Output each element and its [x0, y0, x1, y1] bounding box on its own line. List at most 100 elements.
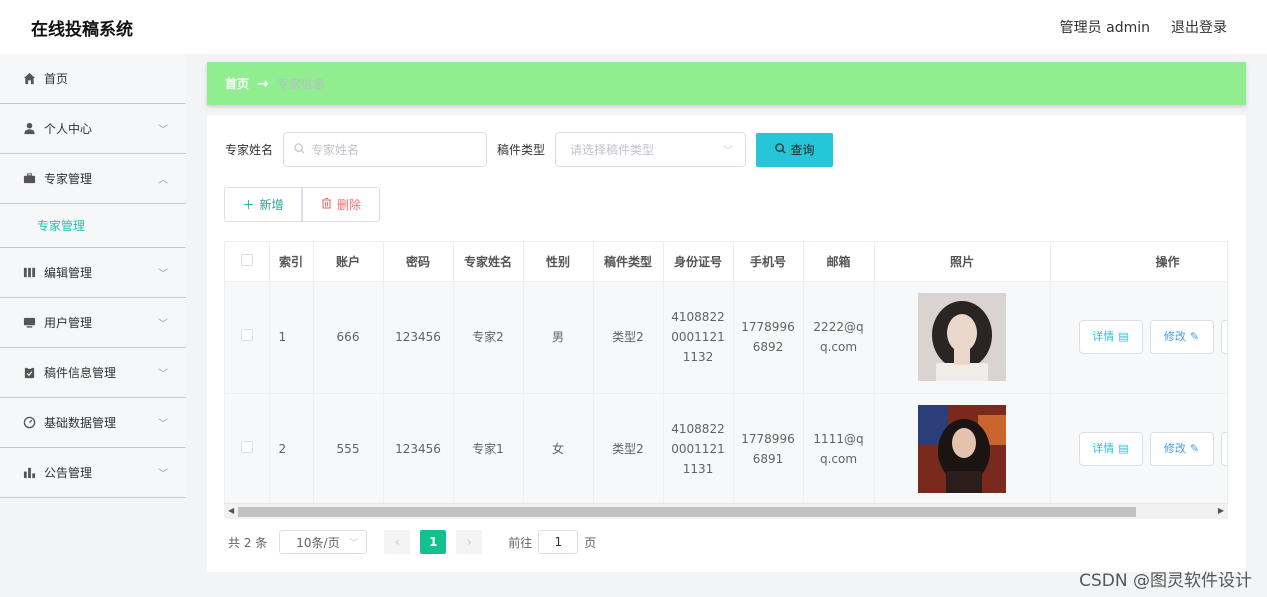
gauge-icon	[22, 416, 36, 430]
cell-name: 专家1	[453, 393, 524, 506]
cell-gender: 女	[523, 393, 594, 506]
row-checkbox[interactable]	[240, 329, 253, 341]
column-header: 稿件类型	[593, 242, 664, 282]
breadcrumb-home-link[interactable]: 首页	[225, 75, 249, 92]
select-all-checkbox-cell[interactable]	[225, 242, 270, 282]
query-button[interactable]: 查询	[756, 132, 834, 167]
chevron-up-icon: ︿	[158, 175, 168, 186]
cell-password: 123456	[383, 393, 454, 506]
briefcase-icon	[22, 172, 36, 186]
phone-line: 6892	[752, 340, 784, 354]
action-buttons: ＋ 新增 删除	[224, 187, 380, 222]
horizontal-scrollbar[interactable]: ◀ ▶	[224, 503, 1228, 519]
document-icon: ▤	[1118, 442, 1129, 455]
plus-icon: ＋	[242, 198, 255, 212]
column-header: 手机号	[733, 242, 804, 282]
document-icon: ▤	[1118, 330, 1129, 343]
more-action-button[interactable]	[1220, 432, 1227, 466]
add-button-label: 新增	[259, 198, 284, 212]
prev-page-button[interactable]: ‹	[384, 530, 411, 554]
id-line: 1131	[682, 462, 714, 476]
sidebar-item-label: 公告管理	[44, 466, 93, 480]
sidebar-item-label: 基础数据管理	[44, 416, 117, 430]
detail-button[interactable]: 详情 ▤	[1078, 320, 1143, 354]
row-checkbox-cell[interactable]	[225, 281, 270, 394]
page-size-select[interactable]: 10条/页 ﹀	[279, 530, 368, 554]
more-action-button[interactable]	[1220, 320, 1227, 354]
next-page-button[interactable]: ›	[456, 530, 483, 554]
sidebar-item-personal-center[interactable]: 个人中心 ﹀	[0, 104, 186, 154]
sidebar-item-editor-management[interactable]: 编辑管理 ﹀	[0, 248, 186, 298]
sidebar-item-basic-data-management[interactable]: 基础数据管理 ﹀	[0, 398, 186, 448]
header-user-area: 管理员 admin 退出登录	[1060, 17, 1227, 37]
current-user-label[interactable]: 管理员 admin	[1060, 17, 1150, 37]
scroll-left-icon[interactable]: ◀	[228, 506, 234, 515]
delete-button[interactable]: 删除	[302, 187, 380, 222]
sidebar-item-label: 个人中心	[44, 122, 93, 136]
expert-table: 索引 账户 密码 专家姓名 性别 稿件类型 身份证号 手机号 邮箱 照片 操作 …	[224, 241, 1228, 519]
bar-icon	[22, 266, 36, 280]
home-icon	[22, 72, 36, 86]
main-panel: 专家姓名 专家姓名 稿件类型 请选择稿件类型 ﹀ 查询 ＋ 新增 删除 索引 账…	[207, 115, 1246, 572]
edit-button[interactable]: 修改 ✎	[1149, 432, 1214, 466]
cell-email: 2222@q q.com	[803, 281, 875, 394]
cell-phone: 1778996 6892	[733, 281, 804, 394]
search-form: 专家姓名 专家姓名 稿件类型 请选择稿件类型 ﹀ 查询	[225, 132, 834, 167]
expert-name-label: 专家姓名	[225, 143, 274, 157]
sidebar-item-home[interactable]: 首页	[0, 54, 186, 104]
detail-button-label: 详情	[1092, 330, 1115, 343]
cell-name: 专家2	[453, 281, 524, 394]
submenu-item-expert-management[interactable]: 专家管理	[0, 204, 186, 248]
chevron-down-icon: ﹀	[158, 269, 168, 280]
expert-photo	[918, 405, 1006, 493]
chart-icon	[22, 466, 36, 480]
column-header: 照片	[874, 242, 1051, 282]
id-line: 4108822	[671, 310, 725, 324]
logout-link[interactable]: 退出登录	[1171, 17, 1227, 37]
sidebar-item-label: 编辑管理	[44, 266, 93, 280]
column-header: 操作	[1050, 242, 1227, 282]
clipboard-icon	[22, 366, 36, 380]
row-checkbox-cell[interactable]	[225, 393, 270, 506]
cell-actions: 详情 ▤ 修改 ✎	[1050, 281, 1227, 394]
chevron-down-icon: ﹀	[158, 319, 168, 330]
chevron-left-icon: ‹	[394, 535, 400, 549]
breadcrumb-current: 专家信息	[276, 77, 325, 91]
scrollbar-thumb[interactable]	[238, 507, 1136, 517]
cell-account: 555	[313, 393, 384, 506]
cell-id-card: 4108822 0001121 1132	[663, 281, 734, 394]
sidebar-item-expert-management[interactable]: 专家管理 ︿	[0, 154, 186, 204]
manuscript-type-select[interactable]: 请选择稿件类型 ﹀	[555, 132, 747, 167]
table-header-row: 索引 账户 密码 专家姓名 性别 稿件类型 身份证号 手机号 邮箱 照片 操作	[225, 242, 1227, 282]
select-all-checkbox[interactable]	[240, 253, 253, 266]
edit-button[interactable]: 修改 ✎	[1149, 320, 1214, 354]
sidebar-item-notice-management[interactable]: 公告管理 ﹀	[0, 448, 186, 498]
cell-photo	[874, 281, 1051, 394]
edit-button-label: 修改	[1163, 442, 1186, 455]
page-size-value: 10条/页	[296, 535, 340, 550]
goto-page-input[interactable]: 1	[538, 530, 579, 554]
user-icon	[22, 122, 36, 136]
column-header: 性别	[523, 242, 594, 282]
cell-id-card: 4108822 0001121 1131	[663, 393, 734, 506]
add-button[interactable]: ＋ 新增	[224, 187, 302, 222]
expert-name-input[interactable]: 专家姓名	[283, 132, 488, 167]
app-title: 在线投稿系统	[31, 19, 133, 40]
id-line: 4108822	[671, 422, 725, 436]
column-header: 专家姓名	[453, 242, 524, 282]
cell-phone: 1778996 6891	[733, 393, 804, 506]
phone-line: 1778996	[741, 432, 795, 446]
detail-button[interactable]: 详情 ▤	[1078, 432, 1143, 466]
watermark: CSDN @图灵软件设计	[1079, 571, 1252, 591]
breadcrumb: 首页 → 专家信息	[207, 62, 1246, 105]
page-number-button[interactable]: 1	[420, 530, 447, 554]
sidebar-item-user-management[interactable]: 用户管理 ﹀	[0, 298, 186, 348]
scroll-right-icon[interactable]: ▶	[1218, 506, 1224, 515]
row-checkbox[interactable]	[240, 441, 253, 453]
pencil-icon: ✎	[1189, 330, 1200, 343]
cell-type: 类型2	[593, 281, 664, 394]
chevron-down-icon: ﹀	[158, 469, 168, 480]
id-line: 0001121	[671, 442, 725, 456]
cell-actions: 详情 ▤ 修改 ✎	[1050, 393, 1227, 506]
sidebar-item-manuscript-management[interactable]: 稿件信息管理 ﹀	[0, 348, 186, 398]
